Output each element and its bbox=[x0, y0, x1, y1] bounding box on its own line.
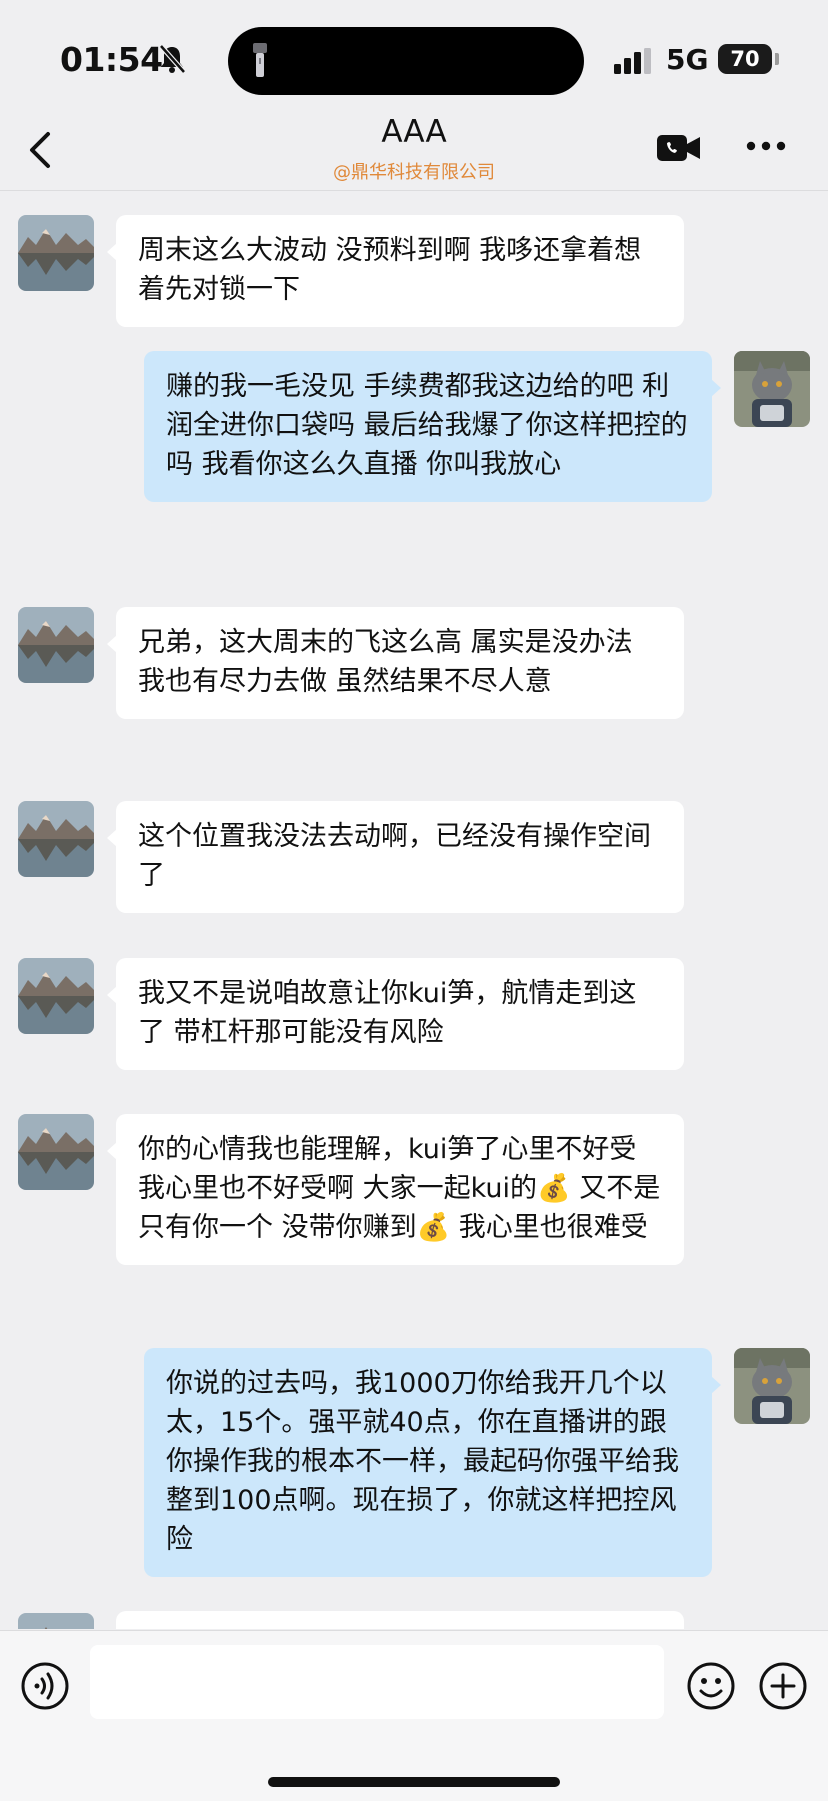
message-bubble[interactable]: 周末这么大波动 没预料到啊 我哆还拿着想着先对锁一下 bbox=[107, 215, 684, 327]
video-camera-icon[interactable] bbox=[656, 132, 702, 164]
network-type: 5G bbox=[666, 43, 709, 76]
contact-avatar[interactable] bbox=[18, 1114, 94, 1190]
contact-avatar[interactable] bbox=[18, 1613, 94, 1629]
ellipsis-icon[interactable] bbox=[746, 140, 786, 152]
message-bubble[interactable]: 赚的我一毛没见 手续费都我这边给的吧 利润全进你口袋吗 最后给我爆了你这样把控的… bbox=[144, 351, 721, 502]
own-avatar[interactable] bbox=[734, 351, 810, 427]
mountain-lake-avatar-icon bbox=[18, 1114, 94, 1190]
voice-input-icon[interactable] bbox=[20, 1661, 70, 1711]
battery-cap bbox=[775, 53, 779, 65]
home-indicator[interactable] bbox=[268, 1777, 560, 1787]
battery-indicator: 70 bbox=[718, 44, 772, 74]
contact-avatar[interactable] bbox=[18, 958, 94, 1034]
input-bar bbox=[0, 1630, 828, 1801]
contact-avatar[interactable] bbox=[18, 215, 94, 291]
signal-icon bbox=[614, 48, 651, 74]
message-list[interactable]: 周末这么大波动 没预料到啊 我哆还拿着想着先对锁一下 赚的我一毛没见 手续费都我… bbox=[0, 191, 828, 1629]
dynamic-island bbox=[228, 27, 584, 95]
mountain-lake-avatar-icon bbox=[18, 801, 94, 877]
mountain-lake-avatar-icon bbox=[18, 215, 94, 291]
chat-header: AAA @鼎华科技有限公司 bbox=[0, 110, 828, 191]
own-avatar[interactable] bbox=[734, 1348, 810, 1424]
message-bubble[interactable]: 我又不是说咱故意让你kui笋，航情走到这了 带杠杆那可能没有风险 bbox=[107, 958, 684, 1070]
smiley-icon[interactable] bbox=[686, 1661, 736, 1711]
message-bubble[interactable] bbox=[116, 1611, 684, 1629]
message-input[interactable] bbox=[90, 1645, 664, 1719]
message-bubble[interactable]: 你的心情我也能理解，kui笋了心里不好受 我心里也不好受啊 大家一起kui的💰 … bbox=[107, 1114, 684, 1265]
message-bubble[interactable]: 这个位置我没法去动啊，已经没有操作空间了 bbox=[107, 801, 684, 913]
plus-icon[interactable] bbox=[758, 1661, 808, 1711]
contact-avatar[interactable] bbox=[18, 801, 94, 877]
cat-avatar-icon bbox=[734, 1348, 810, 1424]
mountain-lake-avatar-icon bbox=[18, 958, 94, 1034]
mountain-lake-avatar-icon bbox=[18, 607, 94, 683]
mute-bell-icon bbox=[159, 44, 186, 74]
flashlight-icon bbox=[253, 43, 267, 77]
chat-subtitle: @鼎华科技有限公司 bbox=[333, 162, 495, 183]
cat-avatar-icon bbox=[734, 351, 810, 427]
mountain-lake-avatar-icon bbox=[18, 1613, 94, 1629]
message-bubble[interactable]: 你说的过去吗，我1000刀你给我开几个以太，15个。强平就40点，你在直播讲的跟… bbox=[144, 1348, 721, 1577]
contact-avatar[interactable] bbox=[18, 607, 94, 683]
status-time: 01:54 bbox=[60, 40, 163, 79]
message-bubble[interactable]: 兄弟，这大周末的飞这么高 属实是没办法 我也有尽力去做 虽然结果不尽人意 bbox=[107, 607, 684, 719]
status-bar: 01:54 5G 70 bbox=[0, 0, 828, 110]
chat-title: AAA bbox=[381, 114, 447, 150]
